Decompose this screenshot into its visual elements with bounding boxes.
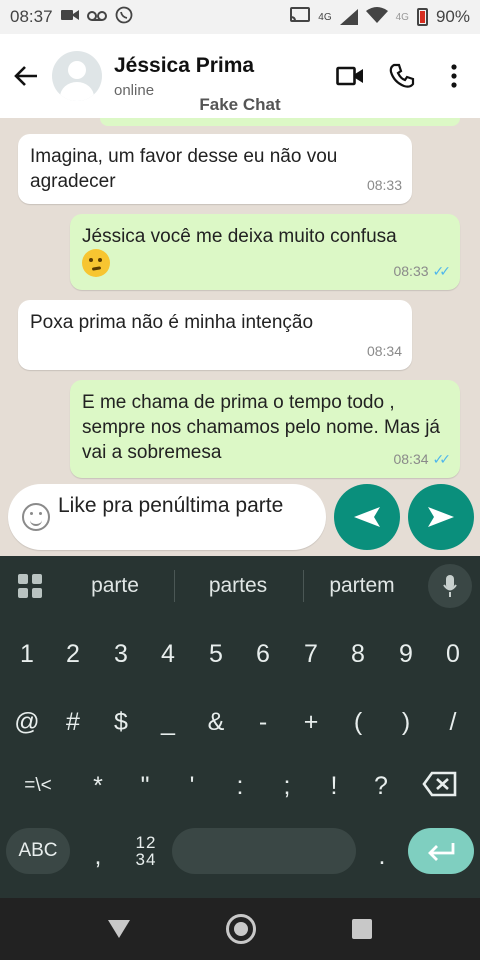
avatar[interactable]: [52, 51, 102, 101]
backspace-key[interactable]: [420, 768, 460, 800]
key-semicolon[interactable]: ;: [267, 766, 307, 806]
key-minus[interactable]: -: [243, 702, 283, 742]
phone-icon: [389, 63, 415, 88]
send-button[interactable]: [408, 484, 474, 550]
space-key[interactable]: [172, 828, 356, 874]
key-plus[interactable]: +: [291, 702, 331, 742]
watermark: Fake Chat: [199, 95, 281, 114]
microphone-icon: [443, 575, 457, 597]
enter-key[interactable]: [408, 828, 474, 874]
message-text: Jéssica você me deixa muito confusa: [82, 226, 397, 247]
suggestion-3[interactable]: partem: [302, 574, 422, 598]
suggestion-divider: [174, 570, 175, 602]
suggestion-2[interactable]: partes: [178, 574, 298, 598]
key-7[interactable]: 7: [291, 634, 331, 674]
key-single-quote[interactable]: ': [172, 766, 212, 806]
battery-percent: 90%: [435, 7, 470, 26]
key-period[interactable]: .: [364, 836, 400, 876]
key-5[interactable]: 5: [196, 634, 236, 674]
signal-4g-icon-2: 4G: [395, 11, 409, 23]
triangle-left-icon: [354, 507, 380, 527]
wifi-icon: [365, 6, 388, 28]
double-check-icon: ✓✓: [432, 451, 452, 467]
key-paren-close[interactable]: ): [386, 702, 426, 742]
suggestion-bar: parte partes partem: [0, 556, 480, 616]
abc-key[interactable]: ABC: [6, 828, 70, 874]
arrow-left-icon: [14, 66, 37, 86]
whatsapp-icon: [115, 6, 133, 29]
cell-signal-icon: [339, 9, 358, 25]
contact-info[interactable]: Jéssica Prima online: [114, 54, 254, 99]
nav-recents-icon[interactable]: [352, 919, 372, 939]
compose-bar: Like pra penúltima parte: [0, 480, 480, 556]
message-bubble-partial: [100, 118, 460, 126]
key-exclamation[interactable]: !: [314, 766, 354, 806]
key-slash[interactable]: /: [433, 702, 473, 742]
suggestion-1[interactable]: parte: [55, 574, 175, 598]
message-incoming[interactable]: Poxa prima não é minha intenção 08:34: [18, 300, 412, 370]
message-text: Poxa prima não é minha intenção: [30, 312, 314, 333]
key-hash[interactable]: #: [53, 702, 93, 742]
message-incoming[interactable]: Imagina, um favor desse eu não vou agrad…: [18, 134, 412, 204]
emoji-icon[interactable]: [22, 503, 50, 531]
more-vert-icon: [451, 64, 457, 88]
key-underscore[interactable]: _: [148, 702, 188, 742]
key-dollar[interactable]: $: [101, 702, 141, 742]
key-question[interactable]: ?: [361, 766, 401, 806]
key-0[interactable]: 0: [433, 634, 473, 674]
video-camera-icon: [60, 7, 79, 27]
status-bar: 08:37 4G 4G 90%: [0, 0, 480, 34]
video-call-icon: [336, 66, 363, 86]
key-1[interactable]: 1: [7, 634, 47, 674]
cast-icon: [290, 6, 311, 28]
enter-icon: [428, 843, 455, 861]
keyboard: parte partes partem 1 2 3 4 5 6 7 8 9 0 …: [0, 556, 480, 898]
key-3[interactable]: 3: [101, 634, 141, 674]
message-time: 08:33: [393, 263, 429, 279]
apps-grid-icon[interactable]: [18, 574, 42, 598]
message-input[interactable]: Like pra penúltima parte: [8, 484, 326, 550]
message-outgoing[interactable]: E me chama de prima o tempo todo , sempr…: [70, 380, 460, 478]
mic-button[interactable]: [428, 564, 472, 608]
key-comma[interactable]: ,: [80, 836, 116, 876]
backspace-icon: [422, 771, 457, 797]
message-time: 08:34: [366, 343, 402, 359]
system-nav-bar: [0, 898, 480, 960]
double-check-icon: ✓✓: [432, 263, 452, 279]
key-more-symbols[interactable]: =\<: [8, 766, 68, 806]
send-icon: [428, 507, 454, 527]
message-time: 08:34: [393, 451, 429, 467]
key-9[interactable]: 9: [386, 634, 426, 674]
message-input-text[interactable]: Like pra penúltima parte: [58, 492, 308, 520]
message-text: Imagina, um favor desse eu não vou agrad…: [30, 146, 338, 192]
numpad-key-bottom: 34: [135, 850, 157, 869]
nav-back-icon[interactable]: [108, 920, 130, 938]
message-time: 08:33: [366, 177, 402, 193]
key-asterisk[interactable]: *: [78, 766, 118, 806]
numpad-key[interactable]: 12 34: [128, 834, 164, 868]
clock: 08:37: [10, 7, 53, 26]
key-paren-open[interactable]: (: [338, 702, 378, 742]
key-8[interactable]: 8: [338, 634, 378, 674]
key-4[interactable]: 4: [148, 634, 188, 674]
key-at[interactable]: @: [7, 702, 47, 742]
voicemail-icon: [86, 7, 107, 27]
battery-icon: [416, 8, 428, 26]
key-ampersand[interactable]: &: [196, 702, 236, 742]
back-arrow-button[interactable]: [334, 484, 400, 550]
key-colon[interactable]: :: [220, 766, 260, 806]
back-button[interactable]: [4, 54, 48, 98]
numpad-key-top: 12: [135, 833, 157, 852]
message-outgoing[interactable]: Jéssica você me deixa muito confusa 08:3…: [70, 214, 460, 290]
signal-4g-icon: 4G: [318, 11, 332, 23]
key-double-quote[interactable]: ": [125, 766, 165, 806]
message-text: E me chama de prima o tempo todo , sempr…: [82, 392, 440, 463]
contact-name: Jéssica Prima: [114, 53, 255, 77]
nav-home-icon[interactable]: [226, 914, 256, 944]
key-6[interactable]: 6: [243, 634, 283, 674]
key-2[interactable]: 2: [53, 634, 93, 674]
thinking-face-emoji-icon: [82, 249, 110, 277]
